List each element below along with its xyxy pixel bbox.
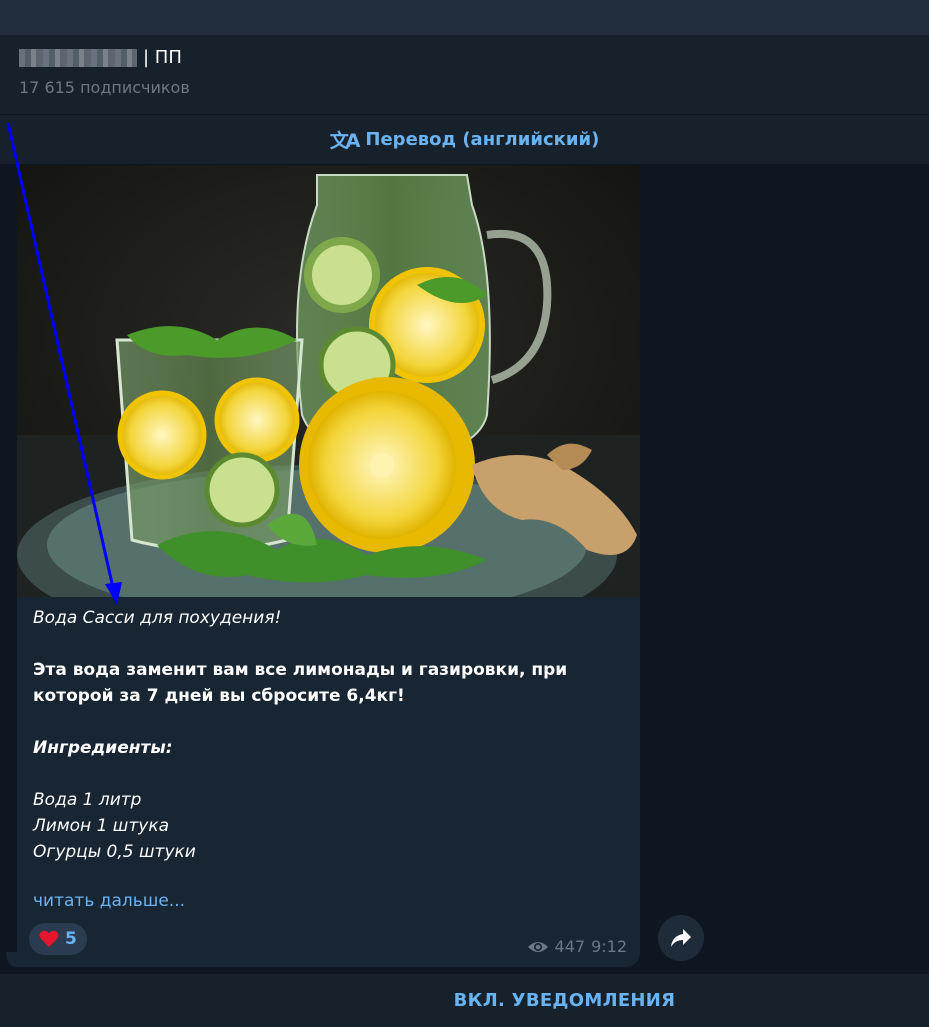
channel-header[interactable]: | ПП 17 615 подписчиков (0, 35, 929, 114)
subscriber-count: 17 615 подписчиков (19, 78, 190, 97)
enable-notifications-button[interactable]: ВКЛ. УВЕДОМЛЕНИЯ (254, 990, 676, 1011)
ingredient-item: Огурцы 0,5 штуки (33, 842, 196, 862)
message-bubble: Вода Сасси для похудения! Эта вода замен… (17, 165, 640, 967)
translate-icon: 文A (329, 130, 361, 152)
view-count: 447 (554, 937, 586, 956)
share-button[interactable] (658, 915, 704, 961)
caption-line: которой за 7 дней вы сбросите 6,4кг! (33, 686, 405, 706)
message-meta: 447 9:12 (527, 937, 627, 956)
top-strip (0, 0, 929, 35)
post-photo[interactable] (17, 165, 640, 597)
reaction-heart[interactable]: 5 (29, 923, 87, 955)
read-more-link[interactable]: читать дальше... (33, 891, 185, 911)
ingredient-item: Вода 1 литр (33, 790, 142, 810)
eye-icon (527, 941, 548, 952)
blurred-name (19, 48, 137, 67)
caption-line: Эта вода заменит вам все лимонады и гази… (33, 660, 568, 680)
ingredient-item: Лимон 1 штука (33, 816, 169, 836)
caption-title: Вода Сасси для похудения! (33, 608, 282, 628)
channel-name-suffix: | ПП (143, 47, 182, 68)
reaction-count: 5 (65, 929, 77, 949)
ingredients-header: Ингредиенты: (33, 738, 173, 758)
translate-button[interactable]: 文A Перевод (английский) (330, 126, 600, 153)
post-caption: Вода Сасси для похудения! Эта вода замен… (33, 605, 623, 865)
channel-name: | ПП (19, 47, 182, 68)
translate-bar: 文A Перевод (английский) (0, 114, 929, 164)
heart-icon (39, 930, 59, 947)
share-icon (671, 929, 691, 947)
bottom-bar: ВКЛ. УВЕДОМЛЕНИЯ (0, 974, 929, 1027)
translate-label: Перевод (английский) (365, 129, 600, 150)
message-time: 9:12 (591, 937, 627, 956)
